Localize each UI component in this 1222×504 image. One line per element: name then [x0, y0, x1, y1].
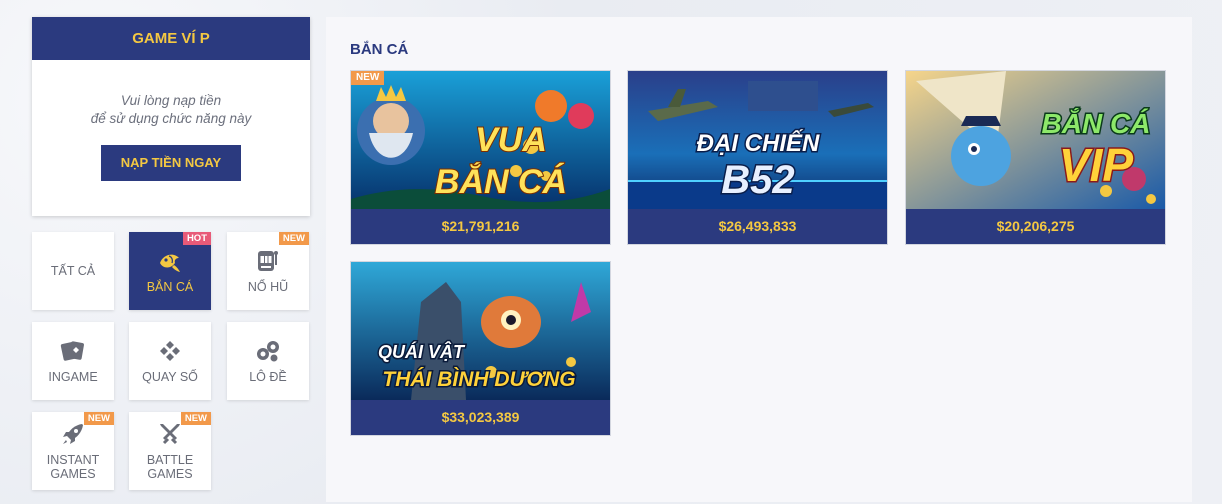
cards-icon: [60, 341, 84, 361]
category-instant-games[interactable]: NEW INSTANT GAMES: [32, 412, 114, 490]
instant-label-line1: INSTANT: [46, 453, 100, 467]
category-lo-de[interactable]: LÔ ĐỀ: [227, 322, 309, 400]
jackpot-amount: $33,023,389: [441, 409, 520, 425]
section-title: BẮN CÁ: [350, 41, 409, 58]
category-slots-label: NỔ HŨ: [247, 280, 289, 294]
crossed-swords-icon: [160, 424, 180, 445]
fish-icon: [160, 254, 180, 272]
jackpot-amount: $26,493,833: [718, 218, 797, 234]
game-title-line1: VUA: [475, 121, 547, 159]
category-fish-shooting[interactable]: HOT BẮN CÁ: [129, 232, 211, 310]
game-title-line2: THÁI BÌNH DƯƠNG: [382, 368, 575, 391]
game-title-line1: ĐẠI CHIẾN: [697, 129, 820, 157]
category-fish-label: BẮN CÁ: [146, 280, 194, 294]
category-ingame-label: INGAME: [48, 370, 98, 384]
vip-message-line1: Vui lòng nạp tiền: [120, 93, 222, 108]
game-card-dai-chien-b52[interactable]: ĐẠI CHIẾN B52 $26,493,833: [627, 70, 888, 245]
category-battle-games[interactable]: NEW BATTLE GAMES: [129, 412, 211, 490]
rocket-icon: [63, 424, 83, 444]
category-all[interactable]: TẤT CẢ: [32, 232, 114, 310]
jackpot-amount: $20,206,275: [996, 218, 1075, 234]
game-title-line1: BẮN CÁ: [1042, 108, 1151, 139]
category-all-label: TẤT CẢ: [50, 264, 96, 278]
vip-message-line2: để sử dụng chức năng này: [90, 111, 252, 126]
game-thumbnail: QUÁI VẬT THÁI BÌNH DƯƠNG: [351, 262, 610, 400]
new-badge: NEW: [351, 71, 385, 85]
new-badge: NEW: [83, 412, 114, 425]
vip-panel-message: Vui lòng nạp tiền để sử dụng chức năng n…: [32, 92, 310, 128]
game-thumbnail: ĐẠI CHIẾN B52: [628, 71, 887, 209]
game-thumbnail: BẮN CÁ VIP: [906, 71, 1165, 209]
game-card-vua-ban-ca[interactable]: VUA BẮN CÁ NEW $21,791,216: [350, 70, 611, 245]
hot-badge: HOT: [182, 232, 211, 245]
category-lo-de-label: LÔ ĐỀ: [249, 370, 287, 384]
games-panel: BẮN CÁ VUA BẮN CÁ NEW $21,791,216 ĐẠI CH…: [326, 17, 1192, 502]
game-card-ban-ca-vip[interactable]: BẮN CÁ VIP $20,206,275: [905, 70, 1166, 245]
game-title-line2: BẮN CÁ: [435, 163, 567, 201]
battle-label-line1: BATTLE: [146, 453, 194, 467]
category-battle-games-label: BATTLE GAMES: [147, 453, 193, 481]
category-lottery-draw-label: QUAY SỐ: [142, 370, 198, 384]
vip-panel: GAME VÍ P Vui lòng nạp tiền để sử dụng c…: [32, 17, 310, 216]
lottery-balls-icon: [257, 341, 279, 362]
game-thumbnail: VUA BẮN CÁ: [351, 71, 610, 209]
battle-label-line2: GAMES: [147, 467, 193, 481]
new-badge: NEW: [278, 232, 309, 245]
clover-icon: [160, 341, 180, 361]
instant-label-line2: GAMES: [50, 467, 96, 481]
jackpot-amount: $21,791,216: [441, 218, 520, 234]
vip-panel-title: GAME VÍ P: [32, 17, 310, 60]
game-card-quai-vat-thai-binh-duong[interactable]: QUÁI VẬT THÁI BÌNH DƯƠNG $33,023,389: [350, 261, 611, 436]
category-instant-games-label: INSTANT GAMES: [47, 453, 100, 481]
category-ingame[interactable]: INGAME: [32, 322, 114, 400]
category-lottery-draw[interactable]: QUAY SỐ: [129, 322, 211, 400]
category-slots[interactable]: NEW NỔ HŨ: [227, 232, 309, 310]
slot-machine-icon: [258, 251, 278, 271]
game-title-line1: QUÁI VẬT: [378, 341, 466, 362]
deposit-now-button[interactable]: NẠP TIỀN NGAY: [101, 145, 241, 181]
game-title-line2: VIP: [1059, 139, 1133, 191]
game-title-line2: B52: [721, 158, 794, 202]
new-badge: NEW: [180, 412, 211, 425]
